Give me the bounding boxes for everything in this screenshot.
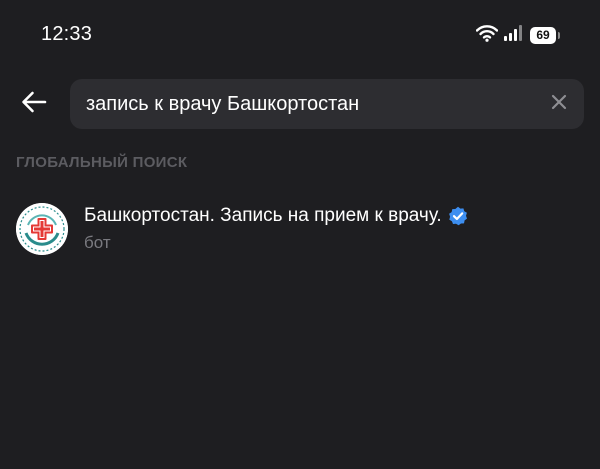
signal-icon: [504, 24, 524, 46]
status-time: 12:33: [41, 23, 93, 45]
status-icons: 69: [475, 24, 560, 47]
clear-search-button[interactable]: [546, 91, 572, 117]
result-title-row: Башкортостан. Запись на прием к врачу.: [84, 205, 468, 227]
search-input[interactable]: [86, 79, 526, 129]
section-title-global-search: ГЛОБАЛЬНЫЙ ПОИСК: [16, 154, 188, 171]
close-icon: [551, 94, 567, 115]
result-title: Башкортостан. Запись на прием к врачу.: [84, 205, 442, 226]
result-subtitle: бот: [84, 233, 111, 252]
battery-icon: 69: [530, 26, 560, 44]
avatar: [16, 203, 68, 255]
arrow-left-icon: [21, 91, 47, 118]
medical-cross-logo: [16, 203, 68, 255]
back-button[interactable]: [14, 84, 54, 124]
status-bar: 12:33 69: [0, 0, 600, 70]
verified-badge-icon: [448, 206, 468, 226]
search-bar: [70, 79, 584, 129]
wifi-icon: [475, 24, 499, 47]
search-result-item[interactable]: Башкортостан. Запись на прием к врачу. б…: [0, 194, 600, 266]
